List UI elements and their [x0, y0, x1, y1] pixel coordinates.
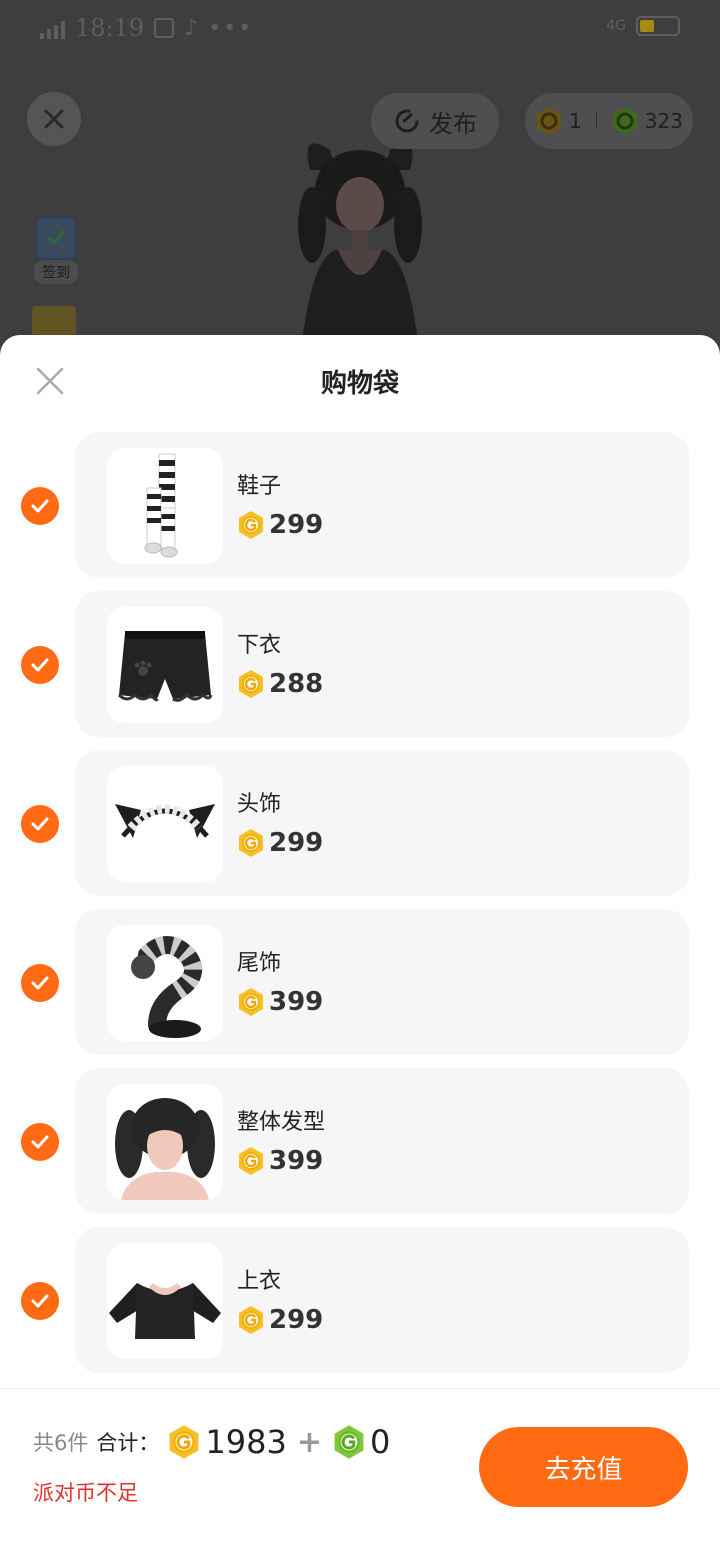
checkout-footer: 共6件 合计： 1983 + 0 派对币不足 去充值 [0, 1388, 720, 1544]
status-time: 18:19 [75, 14, 145, 42]
green-total: 0 [369, 1423, 391, 1461]
gold-coin-icon [237, 1305, 265, 1335]
item-price-value: 299 [269, 828, 324, 858]
checkmark-icon [31, 499, 49, 513]
insufficient-balance-warning: 派对币不足 [33, 1481, 138, 1505]
item-card[interactable]: 头饰 299 [75, 750, 689, 896]
cart-item: 头饰 299 [0, 750, 720, 909]
signal-icon [40, 17, 65, 39]
item-name: 头饰 [237, 792, 282, 817]
tiktok-icon: ♪ [184, 15, 199, 41]
item-price: 288 [237, 669, 323, 699]
network-type: 4G [606, 18, 626, 34]
gold-coin-count: 1 [569, 109, 582, 133]
gold-coin-icon [237, 510, 265, 540]
item-checkbox[interactable] [21, 1282, 59, 1320]
gold-coin-icon [237, 987, 265, 1017]
cart-item: 尾饰 399 [0, 909, 720, 1068]
gold-coin-icon [237, 1146, 265, 1176]
gift-icon[interactable] [32, 306, 76, 336]
clipboard-check-icon [37, 218, 75, 258]
black-top-icon [107, 1243, 223, 1359]
green-coin-icon [332, 1424, 366, 1460]
item-card[interactable]: 上衣 299 [75, 1227, 689, 1373]
item-card[interactable]: 整体发型 399 [75, 1068, 689, 1214]
green-coin-icon [611, 106, 639, 136]
cart-item: 鞋子 299 [0, 432, 720, 591]
item-checkbox[interactable] [21, 964, 59, 1002]
more-dots-icon: ••• [208, 15, 254, 41]
notification-icon [154, 18, 175, 38]
shopping-bag-sheet: 购物袋 鞋子 299 下衣 288 头饰 299 尾饰 399 整体发型 399… [0, 335, 720, 1544]
wallet-balance[interactable]: 1 323 [525, 93, 693, 149]
item-price-value: 399 [269, 1146, 324, 1176]
avatar-character [290, 130, 430, 360]
battery-icon [636, 16, 680, 36]
gold-coin-icon [167, 1424, 201, 1460]
checkmark-icon [31, 976, 49, 990]
sheet-title: 购物袋 [320, 369, 399, 399]
cart-item: 整体发型 399 [0, 1068, 720, 1227]
publish-button[interactable]: 发布 [371, 93, 499, 149]
scene-close-button[interactable] [27, 92, 81, 146]
gold-coin-icon [535, 106, 563, 136]
cart-item-list: 鞋子 299 下衣 288 头饰 299 尾饰 399 整体发型 399 上衣 … [0, 432, 720, 1386]
striped-stockings-icon [107, 448, 223, 564]
item-price-value: 399 [269, 987, 324, 1017]
sheet-header: 购物袋 [0, 335, 720, 425]
item-name: 上衣 [237, 1269, 282, 1294]
item-price: 399 [237, 987, 323, 1017]
cart-item: 下衣 288 [0, 591, 720, 750]
item-name: 整体发型 [237, 1110, 326, 1135]
recharge-button[interactable]: 去充值 [479, 1427, 688, 1507]
item-card[interactable]: 尾饰 399 [75, 909, 689, 1055]
item-name: 下衣 [237, 633, 282, 658]
item-price: 299 [237, 510, 323, 540]
checkmark-icon [31, 1135, 49, 1149]
total-label: 合计： [96, 1431, 160, 1455]
item-card[interactable]: 鞋子 299 [75, 432, 689, 578]
checkmark-icon [31, 658, 49, 672]
bloomer-shorts-icon [107, 607, 223, 723]
gold-coin-icon [237, 828, 265, 858]
item-checkbox[interactable] [21, 487, 59, 525]
plus-sign: + [296, 1424, 322, 1460]
item-price-value: 299 [269, 510, 324, 540]
checkmark-icon [31, 1294, 49, 1308]
item-name: 鞋子 [237, 474, 282, 499]
item-price-value: 299 [269, 1305, 324, 1335]
total-summary: 共6件 合计： 1983 + 0 [33, 1423, 390, 1461]
gold-coin-icon [237, 669, 265, 699]
twin-tail-hair-icon [107, 1084, 223, 1200]
checkin-label: 签到 [34, 260, 78, 284]
item-price: 399 [237, 1146, 323, 1176]
publish-label: 发布 [429, 109, 477, 138]
publish-icon [395, 109, 419, 133]
item-price: 299 [237, 1305, 323, 1335]
status-bar: 18:19 ♪ ••• 4G [0, 0, 720, 56]
item-price-value: 288 [269, 669, 324, 699]
item-count: 共6件 [33, 1431, 89, 1455]
checkin-button[interactable]: 签到 [28, 218, 84, 284]
maid-headband-cat-ears-icon [107, 766, 223, 882]
checkmark-icon [31, 817, 49, 831]
green-coin-count: 323 [644, 109, 683, 133]
item-checkbox[interactable] [21, 1123, 59, 1161]
item-card[interactable]: 下衣 288 [75, 591, 689, 737]
item-price: 299 [237, 828, 323, 858]
close-icon [44, 109, 64, 129]
avatar-scene-background: 18:19 ♪ ••• 4G 发布 1 323 签到 [0, 0, 720, 360]
cart-item: 上衣 299 [0, 1227, 720, 1386]
striped-tail-icon [107, 925, 223, 1041]
item-checkbox[interactable] [21, 805, 59, 843]
gold-total: 1983 [205, 1423, 287, 1461]
item-checkbox[interactable] [21, 646, 59, 684]
item-name: 尾饰 [237, 951, 282, 976]
